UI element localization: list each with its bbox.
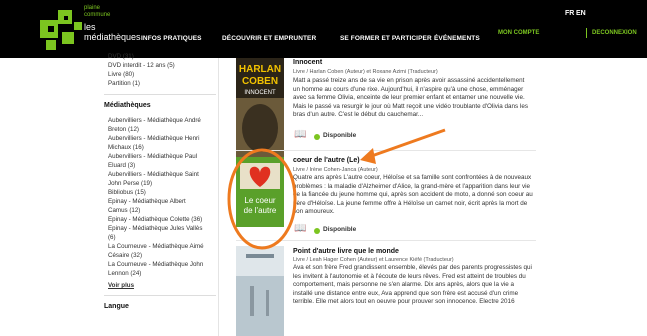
annotation-arrow-line [365,128,446,160]
annotation-arrow-head [360,148,376,164]
highlight-ellipse [227,148,297,250]
annotation-overlay [227,128,446,250]
